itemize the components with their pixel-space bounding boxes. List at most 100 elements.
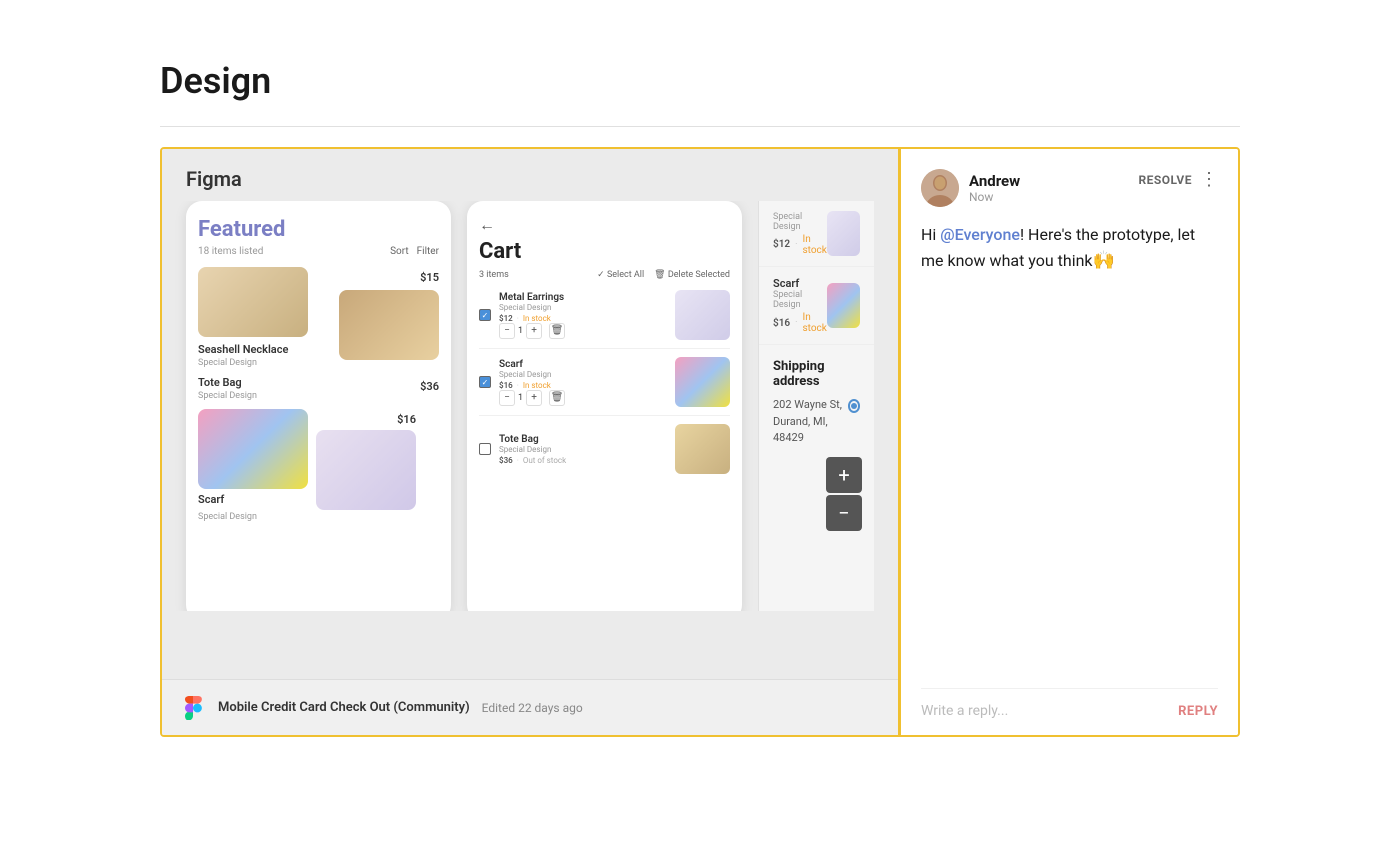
partial-item2-image <box>827 283 860 328</box>
more-options-button[interactable]: ⋮ <box>1200 169 1218 190</box>
cart-item3-stock: Out of stock <box>523 456 566 465</box>
cart-item1-price-stock: $12 · In stock <box>499 314 667 323</box>
product2-brand: Special Design <box>198 391 257 401</box>
reply-button[interactable]: REPLY <box>1178 704 1218 719</box>
increase-btn-2[interactable]: + <box>526 390 542 406</box>
shipping-line2: Durand, MI, 48429 <box>773 415 828 445</box>
partial-design-label: Special Design <box>773 212 827 232</box>
product3-price: $16 <box>397 413 416 426</box>
decrease-btn-2[interactable]: − <box>499 390 515 406</box>
cart-item2-price-stock: $16 · In stock <box>499 381 667 390</box>
items-count: 18 items listed <box>198 246 263 257</box>
cart-item3-check[interactable] <box>479 443 491 455</box>
delete-btn-1[interactable]: 🗑 <box>549 323 565 339</box>
cart-item1-info: Metal Earrings Special Design $12 · In s… <box>499 292 667 339</box>
product-row-1: Seashell Necklace Special Design $15 <box>198 267 439 368</box>
cart-item3-info: Tote Bag Special Design $36 · Out of sto… <box>499 434 667 465</box>
divider <box>160 126 1240 127</box>
cart-item-2: ✓ Scarf Special Design $16 · In stock − <box>479 357 730 416</box>
partial-item2-stock: In stock <box>803 312 827 334</box>
figma-footer: Mobile Credit Card Check Out (Community)… <box>162 679 898 735</box>
product2-row: Tote Bag Special Design $36 <box>198 376 439 401</box>
cart-item-3: Tote Bag Special Design $36 · Out of sto… <box>479 424 730 482</box>
cart-item2-image <box>675 357 730 407</box>
cart-item3-image <box>675 424 730 474</box>
increase-btn-1[interactable]: + <box>526 323 542 339</box>
delete-btn-2[interactable]: 🗑 <box>549 390 565 406</box>
avatar <box>921 169 959 207</box>
partial-item-2: Scarf Special Design $16 · In stock <box>759 267 874 345</box>
cart-item3-name: Tote Bag <box>499 434 667 445</box>
comment-timestamp: Now <box>969 190 1020 204</box>
cart-items-count: 3 items <box>479 270 509 280</box>
product1-price-col: $15 <box>339 267 439 360</box>
sort-label[interactable]: Sort <box>390 246 409 257</box>
shipping-line1: 202 Wayne St, <box>773 398 842 411</box>
qty-1: 1 <box>518 326 523 336</box>
featured-title: Featured <box>198 217 439 242</box>
product2-info: Tote Bag Special Design <box>198 376 257 401</box>
reply-area: Write a reply... REPLY <box>921 688 1218 719</box>
product2-name: Tote Bag <box>198 376 257 389</box>
shipping-address: 202 Wayne St, Durand, MI, 48429 <box>773 397 848 447</box>
featured-subtitle-row: 18 items listed Sort Filter <box>198 246 439 257</box>
decrease-btn-1[interactable]: − <box>499 323 515 339</box>
cart-actions: ✓ Select All 🗑 Delete Selected <box>597 270 730 280</box>
zoom-in-button[interactable]: + <box>826 457 862 493</box>
phone-cart: ← Cart 3 items ✓ Select All 🗑 Delete Sel… <box>467 201 742 611</box>
product1-brand: Special Design <box>198 358 331 368</box>
cart-item-1: ✓ Metal Earrings Special Design $12 · In… <box>479 290 730 349</box>
cart-meta-row: 3 items ✓ Select All 🗑 Delete Selected <box>479 270 730 280</box>
footer-file-name[interactable]: Mobile Credit Card Check Out (Community) <box>218 700 470 715</box>
partial-item2-price: $16 <box>773 318 790 329</box>
product1-price: $15 <box>420 271 439 284</box>
comment-author-row: Andrew Now <box>921 169 1020 207</box>
comment-mention[interactable]: @Everyone <box>940 225 1020 244</box>
comment-author-name: Andrew <box>969 172 1020 190</box>
partial-item1-row: $12 · In stock <box>773 234 827 256</box>
cart-item3-price-stock: $36 · Out of stock <box>499 456 667 465</box>
product2-price: $36 <box>420 380 439 401</box>
cart-item2-controls: − 1 + 🗑 <box>499 390 667 406</box>
cart-item1-price: $12 <box>499 314 513 323</box>
product3-name: Scarf <box>198 493 308 506</box>
cart-back-arrow[interactable]: ← <box>479 215 730 235</box>
cart-item1-controls: − 1 + 🗑 <box>499 323 667 339</box>
shipping-title: Shipping address <box>773 359 860 389</box>
reply-placeholder[interactable]: Write a reply... <box>921 703 1178 719</box>
cart-item3-brand: Special Design <box>499 445 667 454</box>
zoom-out-button[interactable]: − <box>826 495 862 531</box>
comment-prefix: Hi <box>921 225 940 244</box>
cart-item2-check[interactable]: ✓ <box>479 376 491 388</box>
cart-item2-stock: In stock <box>523 381 551 390</box>
comment-actions: RESOLVE ⋮ <box>1138 169 1218 190</box>
cart-item2-info: Scarf Special Design $16 · In stock − 1 … <box>499 359 667 406</box>
figma-logo-icon <box>180 695 206 721</box>
product1-name: Seashell Necklace <box>198 343 331 356</box>
product3-price-col: $16 <box>316 409 416 510</box>
product3-brand: Special Design <box>198 512 308 522</box>
delete-selected-btn[interactable]: 🗑 Delete Selected <box>654 270 730 280</box>
tote-bag-image <box>339 290 439 360</box>
cart-item1-stock: In stock <box>523 314 551 323</box>
select-all-btn[interactable]: ✓ Select All <box>597 270 644 280</box>
resolve-button[interactable]: RESOLVE <box>1138 173 1192 187</box>
product-row-2: Scarf Special Design $16 <box>198 409 439 522</box>
partial-item1-price: $12 <box>773 239 790 250</box>
shipping-section: Shipping address 202 Wayne St, Durand, M… <box>759 345 874 461</box>
cart-title: Cart <box>479 239 730 264</box>
earring-image <box>316 430 416 510</box>
product1-image <box>198 267 308 337</box>
filter-label[interactable]: Filter <box>417 246 439 257</box>
figma-preview: Figma Featured 18 items listed Sort Filt… <box>162 149 898 735</box>
comment-header: Andrew Now RESOLVE ⋮ <box>921 169 1218 207</box>
cart-item1-check[interactable]: ✓ <box>479 309 491 321</box>
comment-body: Hi @Everyone! Here's the prototype, let … <box>921 223 1218 668</box>
page-container: Design Figma Featured 18 items listed So… <box>0 0 1400 797</box>
partial-item2-info: Scarf Special Design $16 · In stock <box>773 277 827 334</box>
page-title: Design <box>160 60 1240 102</box>
partial-item2-name: Scarf <box>773 277 827 290</box>
shipping-radio[interactable] <box>848 399 860 413</box>
cart-item1-image <box>675 290 730 340</box>
qty-2: 1 <box>518 393 523 403</box>
